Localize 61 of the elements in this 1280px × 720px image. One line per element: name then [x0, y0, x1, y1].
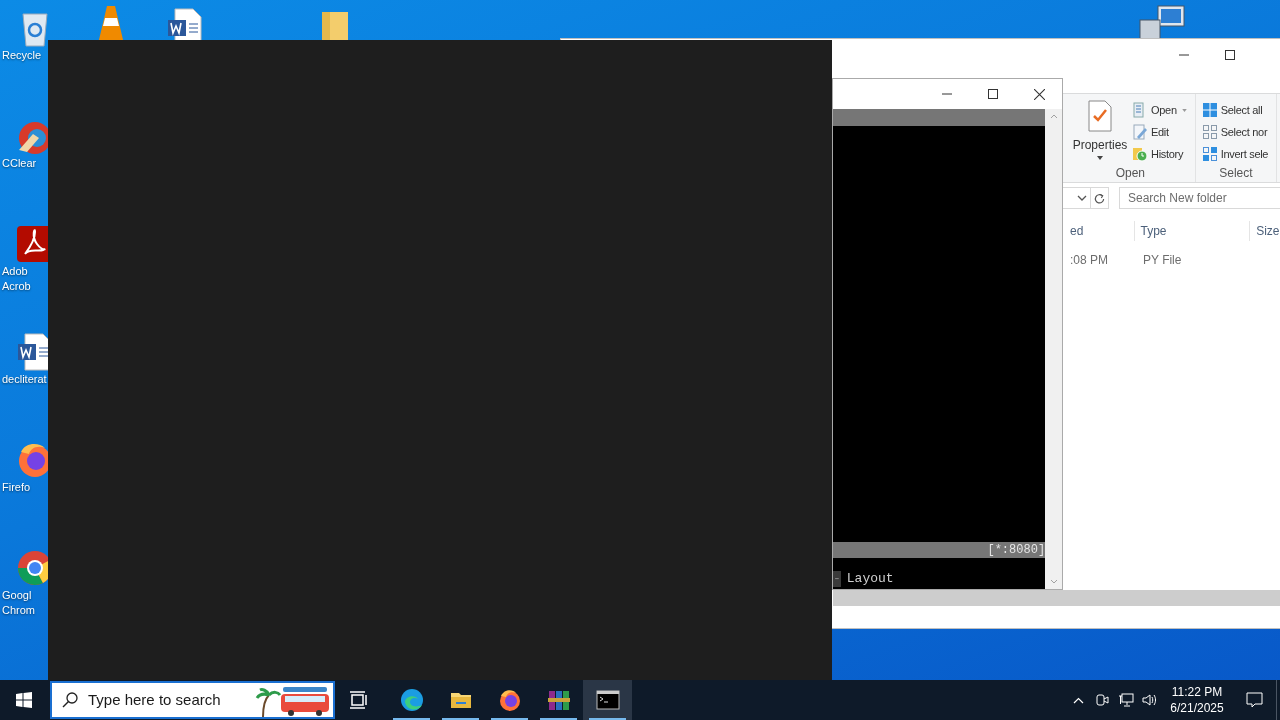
- desktop-icon-label: Acrob: [1, 279, 31, 294]
- grid-icon: [1201, 146, 1218, 162]
- marker-text: -: [833, 571, 841, 587]
- task-view-icon: [349, 690, 369, 710]
- column-header[interactable]: Type: [1134, 221, 1251, 241]
- caret-icon: [1097, 156, 1103, 160]
- maximize-icon: [1225, 50, 1235, 60]
- chevron-up-icon: [1072, 696, 1084, 704]
- column-header[interactable]: ed: [1064, 221, 1135, 241]
- firefox-icon: [497, 688, 522, 712]
- windows-logo-icon: [16, 692, 32, 708]
- running-indicator: [589, 718, 626, 720]
- camera-icon: [1095, 693, 1109, 707]
- table-cell-text: :08 PM: [1069, 252, 1109, 269]
- taskbar-app-button[interactable]: [583, 680, 632, 720]
- ribbon-item[interactable]: Select nor: [1201, 122, 1271, 142]
- clock[interactable]: 11:22 PM 6/21/2025: [1162, 680, 1232, 720]
- archive-books-icon: [546, 688, 571, 712]
- grid-icon: [1201, 124, 1218, 140]
- ribbon-item[interactable]: History: [1132, 144, 1189, 164]
- chevron-down-icon: [1077, 193, 1087, 203]
- running-indicator: [491, 718, 528, 720]
- maximize-icon: [988, 89, 998, 99]
- ribbon-item[interactable]: Edit: [1132, 122, 1189, 142]
- desktop-icon-label: Chrom: [1, 603, 35, 618]
- table-cell-text: PY File: [1142, 252, 1183, 269]
- running-indicator: [540, 718, 577, 720]
- speaker-icon: [1142, 693, 1158, 707]
- edit-document-icon: [1132, 124, 1148, 140]
- desktop-icon-label: Googl: [1, 588, 32, 603]
- grid-icon: [1201, 102, 1218, 118]
- close-icon: [1033, 88, 1045, 100]
- ribbon-item[interactable]: Open: [1132, 100, 1189, 120]
- history-clock-icon: [1132, 146, 1148, 162]
- ribbon-group-label: Select: [1218, 165, 1254, 182]
- terminal-icon: [595, 688, 620, 712]
- status-text: [*:8080]: [987, 543, 1046, 557]
- desktop-icon-label: Firefo: [1, 480, 31, 495]
- chevron-down-icon: [1049, 579, 1058, 585]
- ribbon-item[interactable]: Select all: [1201, 100, 1271, 120]
- document-check-icon: [1087, 100, 1113, 132]
- chevron-up-icon: [1049, 113, 1058, 119]
- search-input[interactable]: Type here to search: [88, 688, 248, 712]
- running-indicator: [442, 718, 479, 720]
- properties-button[interactable]: Properties: [1072, 100, 1128, 164]
- ribbon-group-label: Open: [1114, 165, 1147, 182]
- console-line: Layout: [846, 571, 894, 587]
- desktop-icon-label: Adob: [1, 264, 28, 279]
- desktop-icon-label: Recycle: [1, 48, 42, 63]
- search-icon: [62, 692, 78, 708]
- refresh-icon: [1094, 192, 1105, 204]
- network-icon: [1118, 693, 1134, 707]
- search-field[interactable]: Search New folder: [1119, 187, 1280, 209]
- edge-icon: [399, 688, 424, 712]
- taskbar-search-field[interactable]: Type here to search: [50, 681, 335, 719]
- desktop-icon-label: decliterat: [1, 372, 47, 387]
- ribbon-item[interactable]: Invert sele: [1201, 144, 1271, 164]
- running-indicator: [393, 718, 430, 720]
- speech-bubble-icon: [1245, 692, 1263, 708]
- desktop-icon-label: CClear: [1, 156, 37, 171]
- column-header[interactable]: Size: [1250, 221, 1280, 241]
